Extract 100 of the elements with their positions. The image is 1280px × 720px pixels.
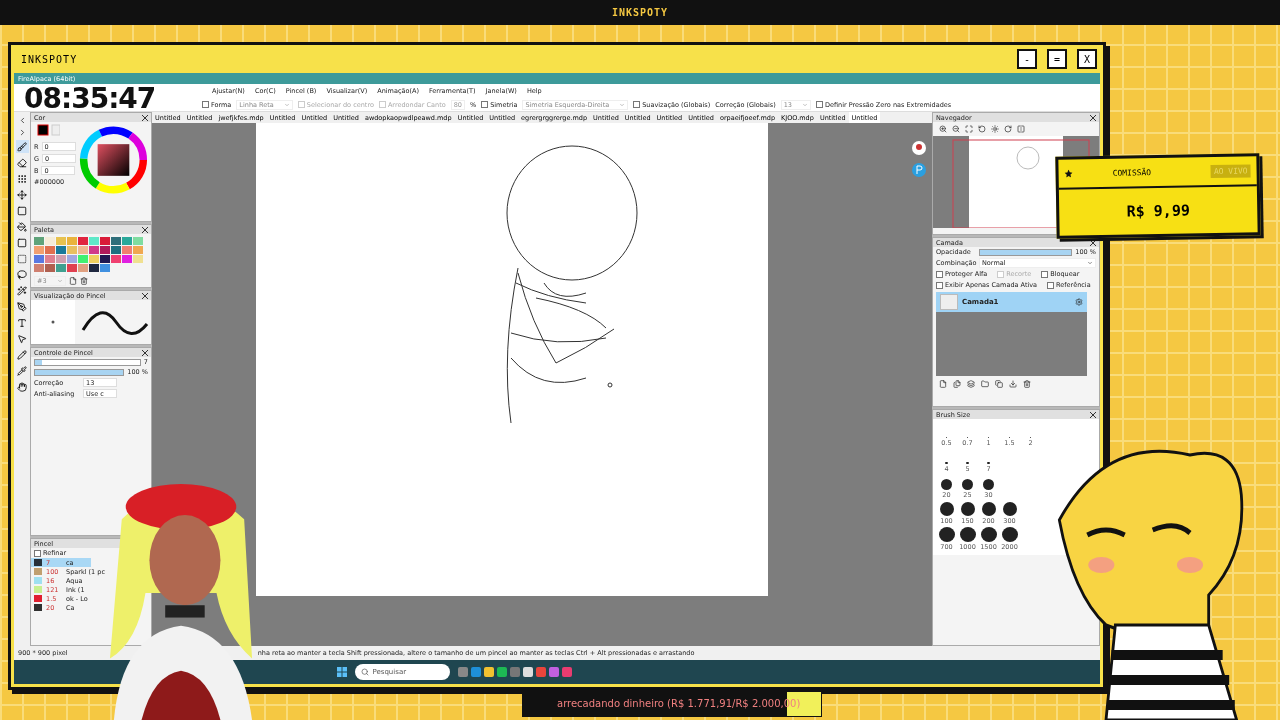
layers-icon[interactable] (967, 380, 975, 388)
close-icon[interactable] (1090, 411, 1096, 418)
palette-swatch[interactable] (45, 246, 55, 254)
palette-swatch[interactable] (45, 237, 55, 245)
slider-track[interactable] (34, 358, 141, 366)
palette-swatch[interactable] (89, 237, 99, 245)
zoom-in-icon[interactable] (939, 125, 947, 133)
palette-swatch[interactable] (67, 246, 77, 254)
duplicate-icon[interactable] (995, 380, 1003, 388)
window-button[interactable]: - (1017, 49, 1037, 69)
palette-swatch[interactable] (89, 255, 99, 263)
close-icon[interactable] (1090, 114, 1096, 121)
palette-swatch[interactable] (100, 246, 110, 254)
slider-track[interactable] (979, 248, 1073, 256)
palette-swatch[interactable] (111, 237, 121, 245)
move-icon[interactable] (15, 188, 29, 201)
palette-swatch[interactable] (122, 246, 132, 254)
wand-icon[interactable] (15, 284, 29, 297)
checkbox[interactable] (815, 101, 823, 108)
palette-swatch[interactable] (34, 255, 44, 263)
dots-icon[interactable] (15, 172, 29, 185)
search-icon (360, 668, 369, 676)
color-swatch-icon[interactable] (34, 123, 60, 139)
palette-swatch[interactable] (111, 255, 121, 263)
checkbox[interactable] (1041, 270, 1049, 278)
checkbox[interactable] (936, 270, 943, 278)
folder-icon[interactable] (981, 380, 989, 388)
palette-swatch[interactable] (34, 264, 44, 272)
checkbox[interactable] (633, 101, 641, 108)
checkbox[interactable] (481, 101, 489, 108)
zoom-out-icon[interactable] (952, 125, 960, 133)
palette-swatch[interactable] (45, 255, 55, 263)
palette-swatch[interactable] (67, 237, 77, 245)
palette-swatch[interactable] (133, 246, 143, 254)
rotate-left-icon[interactable] (978, 125, 986, 133)
palette-swatch[interactable] (133, 237, 143, 245)
pen-icon[interactable] (15, 300, 29, 313)
window-button[interactable]: = (1047, 49, 1067, 69)
close-icon[interactable] (142, 349, 148, 356)
checkbox[interactable] (202, 101, 209, 108)
windows-icon[interactable] (336, 667, 347, 677)
new-layer-icon[interactable] (939, 380, 947, 388)
palette-swatch[interactable] (100, 237, 110, 245)
close-icon[interactable] (142, 292, 148, 299)
close-icon[interactable] (142, 114, 148, 121)
trash-icon[interactable] (79, 277, 88, 285)
palette-swatch[interactable] (78, 255, 88, 263)
text-icon[interactable] (15, 316, 29, 329)
palette-swatch[interactable] (89, 246, 99, 254)
eraser-icon[interactable] (15, 156, 29, 169)
palette-swatch[interactable] (122, 237, 132, 245)
clock-time: 08:35:47 (24, 85, 156, 113)
checkbox[interactable] (1047, 281, 1055, 289)
brush-icon[interactable] (15, 140, 29, 153)
caret-icon (283, 101, 290, 108)
palette-swatch[interactable] (56, 246, 66, 254)
palette-swatch[interactable] (100, 264, 110, 272)
stream-title: INKSPOTY (611, 7, 669, 18)
palette-swatch[interactable] (78, 246, 88, 254)
copy-layer-icon[interactable] (953, 380, 961, 388)
palette-swatch[interactable] (78, 237, 88, 245)
palette-swatch[interactable] (45, 264, 55, 272)
file-icon[interactable] (68, 277, 77, 285)
palette-swatch[interactable] (122, 255, 132, 263)
palette-swatch[interactable] (56, 237, 66, 245)
checkbox[interactable] (936, 281, 943, 289)
window-title: INKSPOTY (21, 53, 79, 65)
rotate-right-icon[interactable] (1004, 125, 1012, 133)
palette-swatch[interactable] (56, 264, 66, 272)
pointer-icon[interactable] (15, 332, 29, 345)
palette-swatch[interactable] (111, 246, 121, 254)
palette-swatch[interactable] (78, 264, 88, 272)
eyedropper-icon[interactable] (15, 364, 29, 377)
fit-icon[interactable] (965, 125, 973, 133)
bucket-icon[interactable] (15, 220, 29, 233)
palette-swatch[interactable] (100, 255, 110, 263)
caret-icon (619, 101, 626, 108)
palette-swatch[interactable] (34, 237, 44, 245)
hand-icon[interactable] (15, 380, 29, 393)
pin-icon[interactable] (912, 163, 926, 177)
palette-swatch[interactable] (67, 264, 77, 272)
palette-swatch[interactable] (133, 255, 143, 263)
checkbox[interactable] (34, 549, 41, 557)
palette-swatch[interactable] (89, 264, 99, 272)
palette-swatch[interactable] (56, 255, 66, 263)
avatar-icon[interactable] (912, 141, 926, 155)
palette-swatch[interactable] (34, 246, 44, 254)
layer-thumbnail-icon (940, 294, 958, 310)
merge-icon[interactable] (1009, 380, 1017, 388)
gear-icon[interactable] (1075, 298, 1083, 306)
star-icon (1064, 169, 1073, 178)
close-icon[interactable] (142, 226, 148, 233)
pencil-icon[interactable] (15, 348, 29, 361)
square-icon[interactable] (15, 204, 29, 217)
color-wheel-drawing[interactable] (79, 123, 148, 197)
palette-swatch[interactable] (67, 255, 77, 263)
window-button[interactable]: X (1077, 49, 1097, 69)
lasso-icon[interactable] (15, 268, 29, 281)
trash-icon[interactable] (1023, 380, 1031, 388)
slider-track[interactable] (34, 368, 125, 376)
